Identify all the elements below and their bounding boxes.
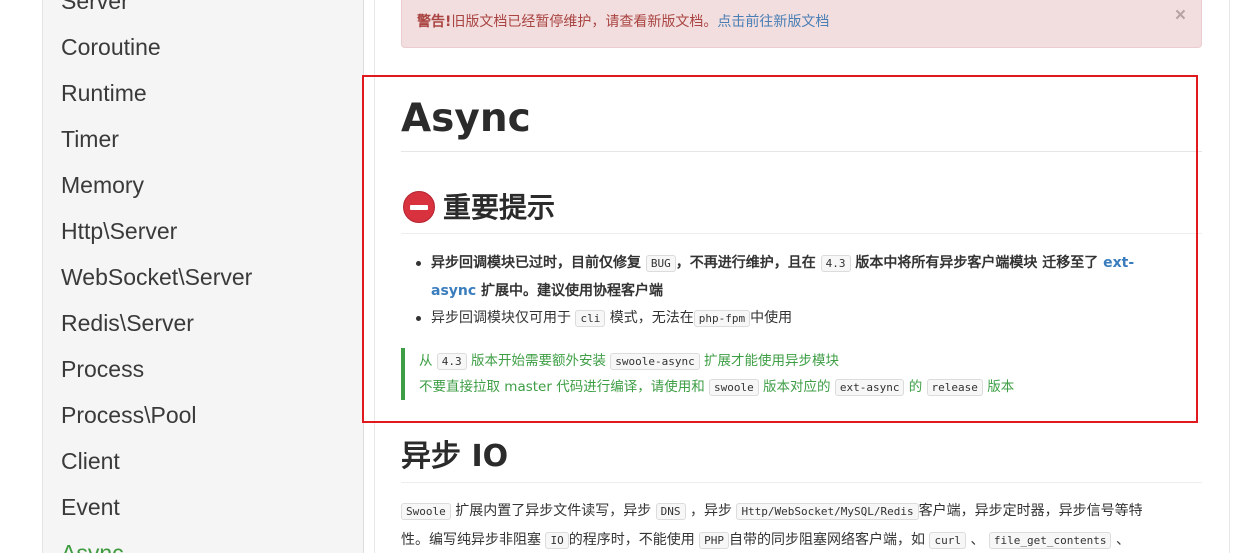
code-io: IO <box>545 532 569 549</box>
bullet2-text-2: 模式，无法在 <box>609 310 694 326</box>
bullet-dot <box>416 316 421 321</box>
sidebar-item-process-pool[interactable]: Process\Pool <box>61 400 197 430</box>
sidebar-item-process[interactable]: Process <box>61 354 144 384</box>
bullet-deprecated-line2: async 扩展中。建议使用协程客户端 <box>431 277 663 305</box>
bullet-deprecated-line1: 异步回调模块已过时，目前仅修复 BUG ，不再进行维护，且在 4.3 版本中将所有… <box>431 249 1134 278</box>
close-icon[interactable]: × <box>1175 6 1186 26</box>
code-swoole-async: swoole-async <box>610 353 700 370</box>
warning-heading-text: 重要提示 <box>443 191 556 224</box>
sidebar-item-runtime[interactable]: Runtime <box>61 78 147 108</box>
paragraph-text: 的程序时，不能使用 <box>568 532 695 548</box>
code-version: 4.3 <box>436 353 467 370</box>
paragraph-text: 扩展内置了异步文件读写，异步 <box>455 503 652 519</box>
paragraph-text: 、 <box>1115 532 1130 548</box>
code-cli: cli <box>575 310 606 327</box>
bullet2-text-1: 异步回调模块仅可用于 <box>431 310 571 326</box>
code-bug: BUG <box>645 255 676 272</box>
sidebar-nav: Server Coroutine Runtime Timer Memory Ht… <box>42 0 364 553</box>
paragraph-text: 客户端，异步定时器，异步信号等特 <box>918 503 1143 519</box>
section-divider <box>401 482 1202 483</box>
quote-line-2: 不要直接拉取 master 代码进行编译，请使用和 swoole 版本对应的 e… <box>419 376 1014 399</box>
paragraph-text: 性。编写纯异步非阻塞 <box>401 532 541 548</box>
new-docs-link[interactable]: 点击前往新版文档 <box>717 14 829 30</box>
paragraph-text: 、 <box>970 532 985 548</box>
sidebar-item-redis-server[interactable]: Redis\Server <box>61 308 194 338</box>
section-title-async-io: 异步 IO <box>401 439 509 474</box>
quote-line-1: 从 4.3 版本开始需要额外安装 swoole-async 扩展才能使用异步模块 <box>419 350 839 373</box>
code-release: release <box>926 379 983 396</box>
sidebar-item-coroutine[interactable]: Coroutine <box>61 32 161 62</box>
quote-text: 不要直接拉取 master 代码进行编译，请使用和 <box>419 379 705 395</box>
code-swoole: swoole <box>709 379 759 396</box>
code-version: 4.3 <box>820 255 851 272</box>
code-file-get-contents: file_get_contents <box>988 532 1112 549</box>
code-php-fpm: php-fpm <box>693 310 751 327</box>
bullet-cli-only: 异步回调模块仅可用于 cli 模式，无法在 php-fpm 中使用 <box>431 304 792 333</box>
bullet1-text-2: ，不再进行维护，且在 <box>675 255 816 271</box>
code-protocols: Http/WebSocket/MySQL/Redis <box>736 503 919 520</box>
bullet1-text-3: 版本中将所有异步客户端模块 迁移至了 <box>855 255 1099 271</box>
title-divider <box>401 151 1202 152</box>
quote-text: 扩展才能使用异步模块 <box>704 353 840 369</box>
sidebar-item-timer[interactable]: Timer <box>61 124 119 154</box>
quote-text: 的 <box>908 379 923 395</box>
quote-text: 版本 <box>987 379 1015 395</box>
paragraph-text: ，异步 <box>689 503 732 519</box>
paragraph-text: 自带的同步阻塞网络客户端，如 <box>729 532 926 548</box>
sidebar-item-websocket-server[interactable]: WebSocket\Server <box>61 262 252 292</box>
bullet1-text-4: 扩展中。建议使用协程客户端 <box>481 283 664 299</box>
sidebar-item-client[interactable]: Client <box>61 446 120 476</box>
no-entry-icon <box>403 191 435 223</box>
quote-text: 从 <box>419 353 433 369</box>
heading-divider <box>401 233 1202 234</box>
code-swoole: Swoole <box>401 503 451 520</box>
code-php: PHP <box>699 532 730 549</box>
code-ext-async: ext-async <box>834 379 905 396</box>
code-dns: DNS <box>655 503 686 520</box>
deprecation-alert: 警告!旧版文档已经暂停维护，请查看新版文档。点击前往新版文档 × <box>401 0 1202 48</box>
ext-async-link[interactable]: ext- <box>1103 255 1134 271</box>
code-curl: curl <box>929 532 966 549</box>
sidebar-item-event[interactable]: Event <box>61 492 120 522</box>
sidebar-item-memory[interactable]: Memory <box>61 170 144 200</box>
ext-async-link-cont[interactable]: async <box>431 283 476 299</box>
bullet1-text-1: 异步回调模块已过时，目前仅修复 <box>431 255 641 271</box>
paragraph-line-2: 性。编写纯异步非阻塞 IO 的程序时，不能使用 PHP 自带的同步阻塞网络客户端，如… <box>401 526 1130 555</box>
alert-prefix: 警告! <box>417 14 452 30</box>
sidebar-item-async[interactable]: Async <box>61 538 124 553</box>
quote-text: 版本开始需要额外安装 <box>470 353 606 369</box>
bullet2-text-3: 中使用 <box>750 310 793 326</box>
paragraph-line-1: Swoole 扩展内置了异步文件读写，异步 DNS ，异步 Http/WebSo… <box>401 497 1143 526</box>
quote-bar <box>401 348 405 400</box>
alert-message: 警告!旧版文档已经暂停维护，请查看新版文档。点击前往新版文档 <box>417 11 829 31</box>
sidebar-item-http-server[interactable]: Http\Server <box>61 216 177 246</box>
page-title: Async <box>401 96 531 141</box>
alert-body: 旧版文档已经暂停维护，请查看新版文档。 <box>451 14 718 30</box>
sidebar-item-server[interactable]: Server <box>61 0 129 16</box>
quote-text: 版本对应的 <box>763 379 831 395</box>
bullet-dot <box>416 261 421 266</box>
